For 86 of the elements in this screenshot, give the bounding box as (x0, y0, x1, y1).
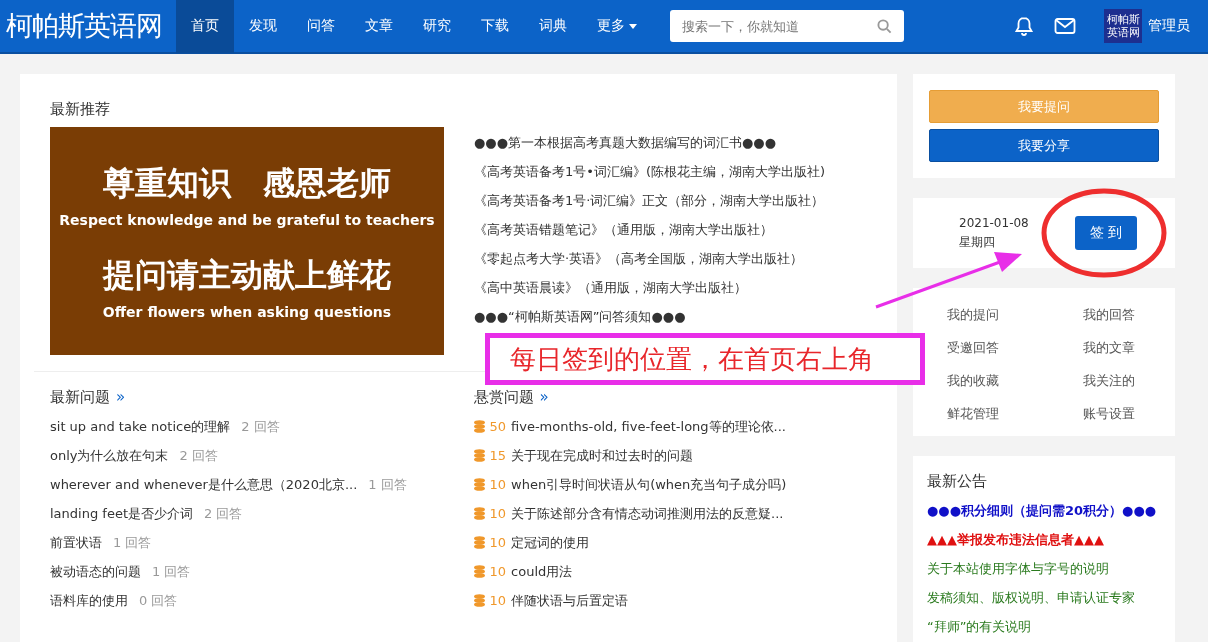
coins-icon (473, 565, 485, 578)
answer-count: 2 回答 (204, 505, 243, 523)
section-title: 最新公告 (927, 471, 988, 492)
banner-subtitle: Offer flowers when asking questions (102, 304, 392, 320)
answer-count: 1 回答 (368, 476, 407, 494)
user-menu-link[interactable]: 我的提问 (947, 298, 1083, 331)
site-logo[interactable]: 柯帕斯英语网 (0, 8, 176, 44)
coins-icon (473, 594, 485, 607)
weekday-text: 星期四 (959, 233, 996, 251)
bounty-points: 10 (489, 534, 507, 552)
question-link[interactable]: five-months-old, five-feet-long等的理论依... (511, 412, 786, 441)
banner-subtitle: Respect knowledge and be grateful to teachers (59, 212, 435, 228)
more-link[interactable]: » (539, 382, 549, 412)
bounty-points: 10 (489, 476, 507, 494)
date-text: 2021-01-08 (959, 215, 1029, 230)
answer-count: 1 回答 (152, 563, 191, 581)
coins-icon (473, 536, 485, 549)
bounty-points: 50 (489, 418, 507, 436)
question-link[interactable]: 伴随状语与后置定语 (511, 586, 629, 615)
nav-tab[interactable]: 下载 (466, 0, 524, 53)
nav-tab[interactable]: 研究 (408, 0, 466, 53)
more-link[interactable]: » (116, 382, 126, 412)
bell-icon[interactable] (1014, 16, 1034, 36)
nav-tab[interactable]: 更多 (582, 0, 652, 53)
recommend-link[interactable]: ●●●第一本根据高考真题大数据编写的词汇书●●● (474, 128, 826, 157)
question-link[interactable]: only为什么放在句末 (50, 441, 169, 470)
user-menu-link[interactable]: 账号设置 (1083, 397, 1183, 430)
answer-count: 1 回答 (113, 534, 152, 552)
user-avatar[interactable]: 柯帕斯英语网 (1104, 9, 1142, 43)
user-menu-link[interactable]: 我关注的 (1083, 364, 1183, 397)
bounty-points: 15 (489, 447, 507, 465)
recommend-link[interactable]: ●●●“柯帕斯英语网”问答须知●●● (474, 302, 826, 331)
question-link[interactable]: 关于陈述部分含有情态动词推测用法的反意疑... (511, 499, 784, 528)
annotation-box: 每日签到的位置，在首页右上角 (485, 333, 925, 385)
notice-link[interactable]: ●●●积分细则（提问需20积分）●●● (927, 496, 1161, 525)
notice-link[interactable]: ▲▲▲举报发布违法信息者▲▲▲ (927, 525, 1161, 554)
coins-icon (473, 507, 485, 520)
question-link[interactable]: wherever and whenever是什么意思（2020北京... (50, 470, 358, 499)
coins-icon (473, 478, 485, 491)
share-button[interactable]: 我要分享 (929, 129, 1159, 162)
bounty-points: 10 (489, 505, 507, 523)
nav-tab[interactable]: 词典 (524, 0, 582, 53)
coins-icon (473, 420, 485, 433)
recommend-link[interactable]: 《高考英语错题笔记》（通用版，湖南大学出版社） (474, 215, 826, 244)
notice-link[interactable]: 发稿须知、版权说明、申请认证专家 (927, 583, 1161, 612)
bounty-points: 10 (489, 592, 507, 610)
recommend-link[interactable]: 《高考英语备考1号•词汇编》(陈根花主编，湖南大学出版社) (474, 157, 826, 186)
answer-count: 2 回答 (179, 447, 218, 465)
recommend-link[interactable]: 《高中英语晨读》（通用版，湖南大学出版社） (474, 273, 826, 302)
coins-icon (473, 449, 485, 462)
user-menu-link[interactable]: 受邀回答 (947, 331, 1083, 364)
question-link[interactable]: sit up and take notice的理解 (50, 412, 231, 441)
question-link[interactable]: 前置状语 (50, 528, 102, 557)
banner[interactable]: 尊重知识 感恩老师 Respect knowledge and be grateful to teachers 提问请主动献上鲜花 Offer flowers when asking questions (50, 127, 444, 355)
user-menu-link[interactable]: 鲜花管理 (947, 397, 1083, 430)
question-link[interactable]: could用法 (511, 557, 573, 586)
mail-icon[interactable] (1054, 17, 1076, 35)
nav-tab[interactable]: 文章 (350, 0, 408, 53)
section-title: 最新问题 (50, 387, 110, 408)
question-link[interactable]: when引导时间状语从句(when充当句子成分吗) (511, 470, 787, 499)
question-link[interactable]: 定冠词的使用 (511, 528, 590, 557)
answer-count: 2 回答 (241, 418, 280, 436)
checkin-button[interactable]: 签 到 (1074, 216, 1137, 250)
nav-tab[interactable]: 问答 (292, 0, 350, 53)
bounty-points: 10 (489, 563, 507, 581)
banner-headline: 提问请主动献上鲜花 (103, 255, 391, 296)
question-link[interactable]: 语料库的使用 (50, 586, 128, 615)
banner-headline: 尊重知识 感恩老师 (103, 163, 391, 204)
question-link[interactable]: 关于现在完成时和过去时的问题 (511, 441, 694, 470)
question-link[interactable]: 被动语态的问题 (50, 557, 141, 586)
section-title: 最新推荐 (50, 100, 111, 119)
user-menu-link[interactable]: 我的文章 (1083, 331, 1183, 364)
nav-tab[interactable]: 发现 (234, 0, 292, 53)
recommend-link[interactable]: 《高考英语备考1号·词汇编》正文（部分，湖南大学出版社） (474, 186, 826, 215)
search-icon[interactable] (877, 19, 892, 34)
nav-tab[interactable]: 首页 (176, 0, 234, 53)
search-field[interactable]: 搜索一下，你就知道 (670, 10, 904, 42)
answer-count: 0 回答 (139, 592, 178, 610)
user-menu-link[interactable]: 我的收藏 (947, 364, 1083, 397)
section-title: 悬赏问题 (473, 387, 534, 408)
user-menu-link[interactable]: 我的回答 (1083, 298, 1183, 331)
notice-link[interactable]: 关于本站使用字体与字号的说明 (927, 554, 1161, 583)
recommend-link[interactable]: 《零起点考大学·英语》（高考全国版，湖南大学出版社） (474, 244, 826, 273)
notice-link[interactable]: “拜师”的有关说明 (927, 612, 1161, 641)
user-name[interactable]: 管理员 (1148, 17, 1190, 35)
question-link[interactable]: landing feet是否少介词 (50, 499, 193, 528)
